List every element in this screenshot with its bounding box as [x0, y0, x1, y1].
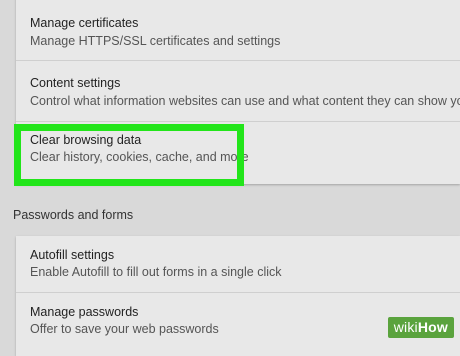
autofill-settings-title: Autofill settings: [30, 248, 115, 262]
clear-browsing-data-description: Clear history, cookies, cache, and more: [30, 150, 249, 164]
watermark-wiki: wiki: [393, 319, 418, 335]
passwords-and-forms-header: Passwords and forms: [13, 208, 134, 222]
autofill-settings-row[interactable]: Autofill settings Enable Autofill to fil…: [16, 236, 460, 296]
privacy-settings-card: Manage certificates Manage HTTPS/SSL cer…: [16, 0, 460, 184]
manage-certificates-description: Manage HTTPS/SSL certificates and settin…: [30, 34, 281, 48]
passwords-and-forms-card: Autofill settings Enable Autofill to fil…: [16, 236, 460, 356]
manage-passwords-title: Manage passwords: [30, 305, 139, 319]
clear-browsing-data-row[interactable]: Clear browsing data Clear history, cooki…: [16, 122, 460, 184]
manage-certificates-row[interactable]: Manage certificates Manage HTTPS/SSL cer…: [16, 0, 460, 60]
clear-browsing-data-title: Clear browsing data: [30, 133, 142, 147]
content-settings-title: Content settings: [30, 76, 121, 90]
watermark-how: How: [417, 319, 448, 335]
manage-certificates-title: Manage certificates: [30, 16, 139, 30]
content-settings-description: Control what information websites can us…: [30, 94, 460, 108]
manage-passwords-description: Offer to save your web passwords: [30, 322, 219, 336]
wikihow-watermark: wikiHow: [387, 317, 454, 338]
autofill-settings-description: Enable Autofill to fill out forms in a s…: [30, 265, 282, 279]
content-settings-row[interactable]: Content settings Control what informatio…: [16, 61, 460, 121]
